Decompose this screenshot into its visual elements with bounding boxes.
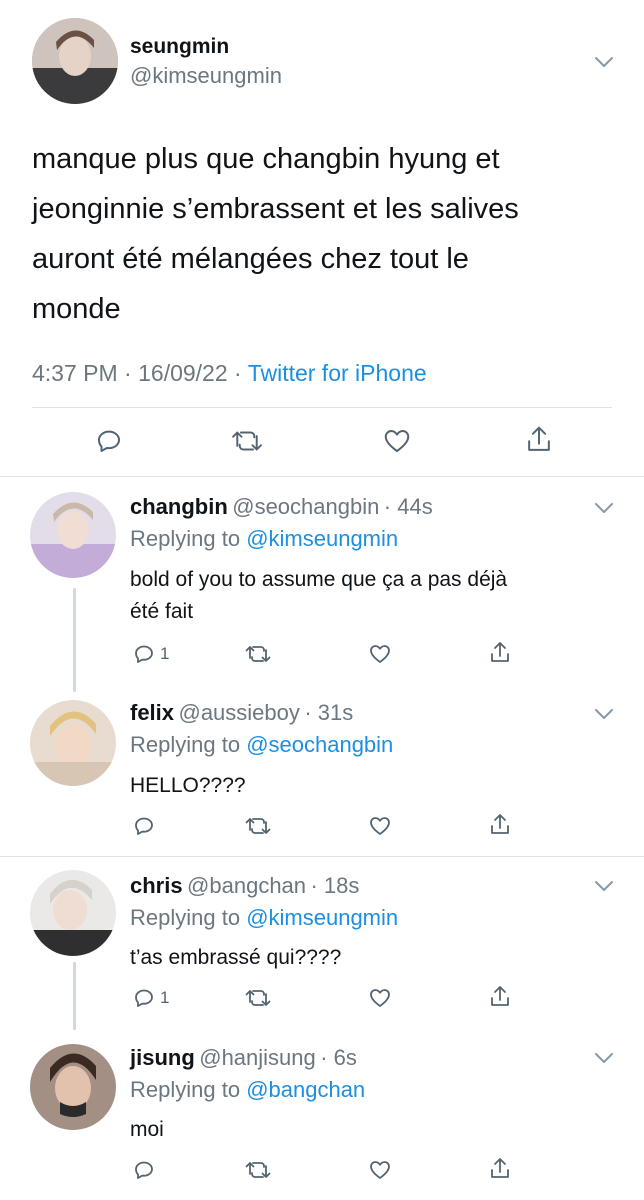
handle[interactable]: @hanjisung (199, 1045, 316, 1070)
reply-icon[interactable] (94, 426, 124, 456)
tweet-text: bold of you to assume que ça a pas déjà … (130, 564, 610, 628)
share-icon[interactable] (488, 640, 512, 666)
divider (0, 856, 644, 857)
tweet-text-line: bold of you to assume que ça a pas déjà (130, 568, 508, 591)
tweet-text-line: moi (130, 1118, 164, 1141)
reply-icon[interactable] (132, 1158, 156, 1182)
avatar[interactable] (30, 1044, 116, 1130)
tweet-text-line: auront été mélangées chez tout le (32, 243, 469, 275)
share-icon[interactable] (488, 1156, 512, 1182)
avatar-photo (30, 700, 116, 786)
avatar[interactable] (30, 700, 116, 786)
tweet-age[interactable]: · 6s (320, 1045, 357, 1070)
avatar[interactable] (32, 18, 118, 104)
display-name[interactable]: chris (130, 873, 183, 898)
reply-header: jisung @hanjisung · 6s (130, 1045, 357, 1071)
reply-header: chris @bangchan · 18s (130, 873, 359, 899)
replying-to-label: Replying to (130, 732, 247, 757)
handle[interactable]: @bangchan (187, 873, 306, 898)
reply-button[interactable]: 1 (132, 642, 169, 666)
display-name[interactable]: felix (130, 700, 174, 725)
replying-to: Replying to @seochangbin (130, 732, 393, 758)
mention-link[interactable]: @bangchan (246, 1077, 365, 1102)
avatar[interactable] (30, 492, 116, 578)
replying-to: Replying to @kimseungmin (130, 905, 398, 931)
tweet-text: t’as embrassé qui???? (130, 942, 610, 974)
retweet-icon[interactable] (230, 426, 264, 456)
reply-icon[interactable] (132, 814, 156, 838)
chevron-down-icon[interactable] (594, 708, 616, 722)
tweet-meta: 4:37 PM · 16/09/22 · Twitter for iPhone (32, 360, 427, 387)
avatar-photo (30, 492, 116, 578)
chevron-down-icon[interactable] (594, 1052, 616, 1066)
tweet-text-line: monde (32, 293, 121, 325)
like-icon[interactable] (382, 426, 412, 456)
retweet-icon[interactable] (244, 1158, 272, 1182)
replying-to: Replying to @bangchan (130, 1077, 365, 1103)
avatar[interactable] (30, 870, 116, 956)
like-icon[interactable] (368, 642, 392, 666)
chevron-down-icon[interactable] (594, 502, 616, 516)
handle[interactable]: @kimseungmin (130, 63, 282, 89)
divider (32, 407, 612, 408)
reply-icon (135, 989, 153, 1007)
tweet-text: manque plus que changbin hyung et jeongi… (32, 134, 622, 334)
tweet-source-link[interactable]: Twitter for iPhone (248, 360, 427, 386)
handle[interactable]: @seochangbin (232, 494, 379, 519)
mention-link[interactable]: @kimseungmin (246, 905, 398, 930)
tweet-age[interactable]: · 18s (310, 873, 359, 898)
thread-line (73, 588, 76, 692)
mention-link[interactable]: @kimseungmin (246, 526, 398, 551)
display-name[interactable]: jisung (130, 1045, 195, 1070)
tweet-text: moi (130, 1114, 610, 1146)
reply-count: 1 (160, 988, 170, 1007)
avatar-photo (32, 18, 118, 104)
divider (0, 476, 644, 477)
tweet-text-line: t’as embrassé qui???? (130, 946, 342, 969)
tweet-text-line: jeonginnie s’embrassent et les salives (32, 193, 519, 225)
chevron-down-icon[interactable] (594, 880, 616, 894)
chevron-down-icon[interactable] (594, 56, 616, 70)
replying-to-label: Replying to (130, 1077, 247, 1102)
meta-separator: · (124, 360, 132, 386)
display-name[interactable]: changbin (130, 494, 228, 519)
share-icon[interactable] (488, 812, 512, 838)
tweet-text: HELLO???? (130, 770, 610, 802)
display-name[interactable]: seungmin (130, 35, 229, 59)
reply-header: felix @aussieboy · 31s (130, 700, 353, 726)
avatar-photo (30, 870, 116, 956)
reply-count: 1 (160, 644, 170, 663)
tweet-time[interactable]: 4:37 PM (32, 360, 118, 386)
retweet-icon[interactable] (244, 986, 272, 1010)
share-icon[interactable] (524, 424, 554, 456)
tweet-age[interactable]: · 31s (304, 700, 353, 725)
reply-icon (135, 645, 153, 663)
meta-separator: · (234, 360, 242, 386)
tweet-date[interactable]: 16/09/22 (138, 360, 228, 386)
retweet-icon[interactable] (244, 814, 272, 838)
thread-line (73, 962, 76, 1030)
share-icon[interactable] (488, 984, 512, 1010)
mention-link[interactable]: @seochangbin (246, 732, 393, 757)
replying-to-label: Replying to (130, 526, 247, 551)
tweet-text-line: été fait (130, 600, 194, 623)
avatar-photo (30, 1044, 116, 1130)
replying-to: Replying to @kimseungmin (130, 526, 398, 552)
like-icon[interactable] (368, 814, 392, 838)
retweet-icon[interactable] (244, 642, 272, 666)
tweet-text-line: manque plus que changbin hyung et (32, 143, 500, 175)
reply-header: changbin @seochangbin · 44s (130, 494, 433, 520)
like-icon[interactable] (368, 986, 392, 1010)
handle[interactable]: @aussieboy (178, 700, 299, 725)
tweet-text-line: HELLO???? (130, 774, 246, 797)
like-icon[interactable] (368, 1158, 392, 1182)
replying-to-label: Replying to (130, 905, 247, 930)
tweet-age[interactable]: · 44s (384, 494, 433, 519)
reply-button[interactable]: 1 (132, 986, 169, 1010)
